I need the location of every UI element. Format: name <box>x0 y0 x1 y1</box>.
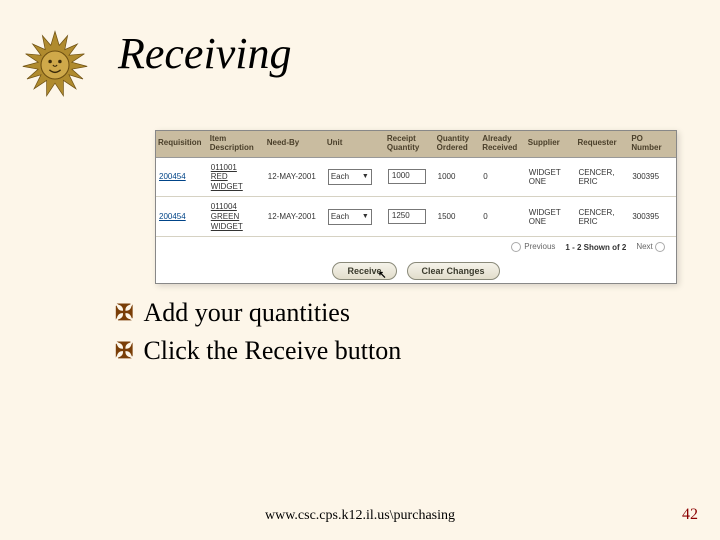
already-received-cell: 0 <box>480 157 526 197</box>
requester-cell: CENCER, ERIC <box>575 197 629 237</box>
chevron-down-icon: ▼ <box>362 173 369 180</box>
col-requisition: Requisition <box>156 131 208 157</box>
need-by-cell: 12-MAY-2001 <box>265 197 325 237</box>
item-description-link[interactable]: 011001 RED WIDGET <box>208 157 265 197</box>
table-row: 200454 011001 RED WIDGET 12-MAY-2001 Eac… <box>156 157 676 197</box>
clear-changes-button[interactable]: Clear Changes <box>407 262 500 280</box>
unit-select[interactable]: Each ▼ <box>328 169 372 185</box>
bullet-list: ✠ Add your quantities ✠ Click the Receiv… <box>115 298 401 374</box>
receiving-table-screenshot: Requisition Item Description Need-By Uni… <box>155 130 677 284</box>
need-by-cell: 12-MAY-2001 <box>265 157 325 197</box>
requisition-link[interactable]: 200454 <box>159 172 186 181</box>
page-number: 42 <box>682 506 698 524</box>
sun-decoration-icon <box>20 30 90 100</box>
unit-select[interactable]: Each ▼ <box>328 209 372 225</box>
next-link[interactable]: Next <box>636 242 668 252</box>
list-item: ✠ Click the Receive button <box>115 336 401 366</box>
col-po-number: PO Number <box>629 131 676 157</box>
requester-cell: CENCER, ERIC <box>575 157 629 197</box>
col-need-by: Need-By <box>265 131 325 157</box>
bullet-text: Click the Receive button <box>143 336 401 366</box>
already-received-cell: 0 <box>480 197 526 237</box>
chevron-down-icon: ▼ <box>362 213 369 220</box>
list-item: ✠ Add your quantities <box>115 298 401 328</box>
po-number-cell: 300395 <box>629 157 676 197</box>
col-item-desc: Item Description <box>208 131 265 157</box>
col-already-received: Already Received <box>480 131 526 157</box>
col-unit: Unit <box>325 131 385 157</box>
requisition-link[interactable]: 200454 <box>159 212 186 221</box>
table-row: 200454 011004 GREEN WIDGET 12-MAY-2001 E… <box>156 197 676 237</box>
pager-shown-text: 1 - 2 Shown of 2 <box>565 243 626 252</box>
col-receipt-qty: Receipt Quantity <box>385 131 435 157</box>
receipt-qty-input[interactable]: 1000 <box>388 169 426 184</box>
supplier-cell: WIDGET ONE <box>526 157 576 197</box>
receiving-table: Requisition Item Description Need-By Uni… <box>156 131 676 237</box>
footer-url: www.csc.cps.k12.il.us\purchasing <box>0 508 720 524</box>
receipt-qty-input[interactable]: 1250 <box>388 209 426 224</box>
col-requester: Requester <box>575 131 629 157</box>
col-qty-ordered: Quantity Ordered <box>435 131 481 157</box>
maltese-cross-icon: ✠ <box>115 302 133 324</box>
page-title: Receiving <box>118 28 291 79</box>
qty-ordered-cell: 1500 <box>435 197 481 237</box>
bullet-text: Add your quantities <box>143 298 350 328</box>
maltese-cross-icon: ✠ <box>115 340 133 362</box>
qty-ordered-cell: 1000 <box>435 157 481 197</box>
pager: Previous 1 - 2 Shown of 2 Next <box>156 237 676 256</box>
col-supplier: Supplier <box>526 131 576 157</box>
po-number-cell: 300395 <box>629 197 676 237</box>
supplier-cell: WIDGET ONE <box>526 197 576 237</box>
receive-button[interactable]: Receive ↖ <box>332 262 396 280</box>
previous-link[interactable]: Previous <box>511 242 555 252</box>
item-description-link[interactable]: 011004 GREEN WIDGET <box>208 197 265 237</box>
